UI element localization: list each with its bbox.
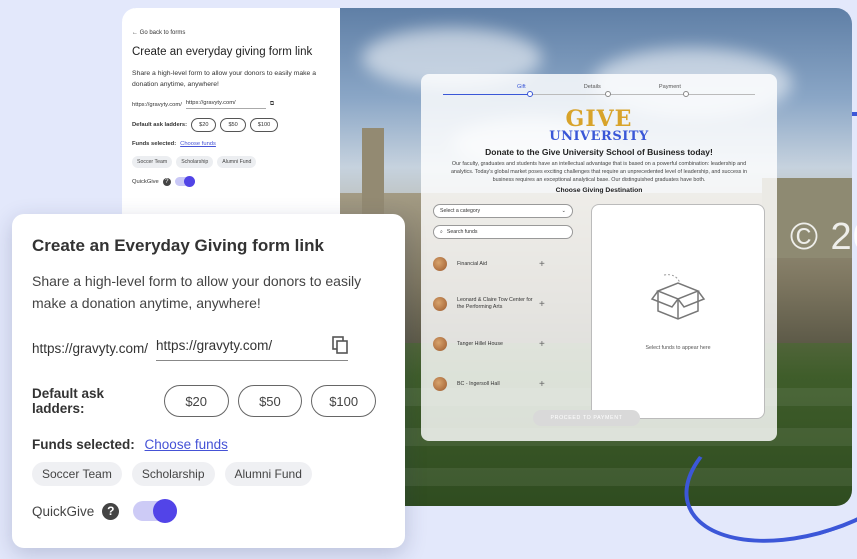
fund-avatar-icon	[433, 377, 447, 391]
step-dot-gift	[527, 91, 533, 97]
form-description: Share a high-level form to allow your do…	[32, 273, 362, 311]
fund-avatar-icon	[433, 257, 447, 271]
fund-chip-scholarship[interactable]: Scholarship	[131, 462, 215, 486]
url-input[interactable]: https://gravyty.com/	[156, 336, 349, 361]
fund-name: Financial Aid	[457, 260, 488, 267]
funds-selected-row: Funds selected: Choose funds	[32, 437, 385, 452]
toggle-knob	[153, 499, 178, 523]
url-input-value: https://gravyty.com/	[156, 337, 273, 353]
fund-search-placeholder: Search funds	[446, 229, 478, 235]
quickgive-toggle[interactable]	[133, 499, 178, 523]
add-fund-icon[interactable]: +	[539, 339, 545, 350]
small-url-prefix: https://gravyty.com/	[132, 101, 182, 108]
copyright-watermark: © 20	[790, 216, 857, 258]
fund-name: BC - Ingersoll Hall	[457, 380, 500, 387]
choose-funds-link[interactable]: Choose funds	[145, 437, 228, 452]
small-url-row: https://gravyty.com/ https://gravyty.com…	[132, 100, 330, 109]
copy-icon[interactable]	[332, 336, 348, 354]
ask-ladder-pill-20[interactable]: $20	[163, 385, 229, 417]
back-link-label: Go back to forms	[139, 30, 186, 36]
step-dot-details	[605, 91, 611, 97]
small-fund-chip[interactable]: Soccer Team	[132, 156, 173, 168]
step-labels: Gift Details Payment	[433, 84, 765, 90]
fund-list-item[interactable]: Tanger Hillel House +	[433, 329, 573, 359]
fund-search-input[interactable]: ⌕ Search funds	[433, 225, 573, 239]
fund-chip-alumni-fund[interactable]: Alumni Fund	[224, 462, 312, 486]
logo-university: UNIVERSITY	[549, 129, 649, 144]
add-fund-icon[interactable]: +	[539, 299, 545, 310]
small-fund-chip[interactable]: Alumni Fund	[217, 156, 257, 168]
add-fund-icon[interactable]: +	[539, 259, 545, 270]
small-ladder-pill[interactable]: $20	[191, 118, 217, 132]
donation-heading: Donate to the Give University School of …	[485, 147, 713, 157]
ask-ladder-pill-50[interactable]: $50	[237, 385, 303, 417]
fund-chips: Soccer Team Scholarship Alumni Fund	[32, 462, 385, 486]
url-prefix: https://gravyty.com/	[32, 341, 149, 356]
form-title: Create an Everyday Giving form link	[32, 236, 324, 255]
small-choose-funds-link[interactable]: Choose funds	[180, 141, 216, 147]
fund-list-item[interactable]: Financial Aid +	[433, 249, 573, 279]
give-university-logo: GIVE UNIVERSITY	[433, 108, 765, 143]
small-card-title: Create an everyday giving form link	[132, 46, 313, 58]
small-ladders-label: Default ask ladders:	[132, 122, 188, 128]
empty-box-icon	[650, 273, 706, 320]
donation-body-text: Our faculty, graduates and students have…	[450, 161, 748, 183]
logo-give: GIVE	[565, 106, 633, 132]
ask-ladder-pill-100[interactable]: $100	[311, 385, 377, 417]
small-ladders-row: Default ask ladders: $20 $50 $100	[132, 118, 330, 132]
quickgive-label: QuickGive	[32, 503, 95, 519]
small-ladder-pill[interactable]: $100	[249, 118, 279, 132]
back-link[interactable]: ← Go back to forms	[132, 30, 330, 36]
small-help-icon[interactable]: ?	[162, 177, 171, 186]
chevron-down-icon: ⌄	[561, 208, 566, 214]
small-form-card: ← Go back to forms Create an everyday gi…	[122, 8, 340, 218]
small-quickgive-toggle[interactable]	[174, 176, 195, 187]
step-gift[interactable]: Gift	[517, 84, 526, 90]
fund-name: Tanger Hillel House	[457, 340, 503, 347]
fund-chip-soccer-team[interactable]: Soccer Team	[32, 462, 122, 486]
empty-funds-hint: Select funds to appear here	[645, 344, 711, 351]
step-dot-payment	[683, 91, 689, 97]
ask-ladders-label: Default ask ladders:	[32, 386, 105, 416]
fund-avatar-icon	[433, 297, 447, 311]
step-payment[interactable]: Payment	[659, 84, 681, 90]
search-icon: ⌕	[440, 228, 443, 235]
small-chips-row: Soccer Team Scholarship Alumni Fund	[132, 156, 330, 168]
add-fund-icon[interactable]: +	[539, 379, 545, 390]
category-select[interactable]: Select a category ⌄	[433, 204, 573, 218]
zoomed-form-card: Create an Everyday Giving form link Shar…	[12, 214, 405, 548]
proceed-to-payment-button[interactable]: PROCEED TO PAYMENT	[533, 410, 640, 426]
fund-selection-area: Select a category ⌄ ⌕ Search funds Finan…	[433, 204, 765, 419]
step-details[interactable]: Details	[584, 84, 601, 90]
fund-list-item[interactable]: Leonard & Claire Tow Center for the Perf…	[433, 289, 573, 319]
category-select-label: Select a category	[440, 208, 481, 214]
small-quickgive-row: QuickGive ?	[132, 176, 330, 187]
small-quickgive-label: QuickGive	[132, 178, 159, 185]
small-card-description: Share a high-level form to allow your do…	[132, 70, 316, 88]
giving-destination-heading: Choose Giving Destination	[555, 187, 643, 194]
fund-name: Leonard & Claire Tow Center for the Perf…	[457, 297, 533, 310]
donation-form-card: Gift Details Payment GIVE UNIVERSITY Don…	[421, 74, 777, 441]
small-funds-label: Funds selected:	[132, 141, 177, 147]
url-row: https://gravyty.com/ https://gravyty.com…	[32, 336, 385, 361]
small-ladder-pill[interactable]: $50	[220, 118, 246, 132]
step-progress-bar	[443, 91, 755, 102]
ask-ladders-row: Default ask ladders: $20 $50 $100	[32, 385, 385, 417]
selected-funds-panel: Select funds to appear here	[591, 204, 765, 419]
small-fund-chip[interactable]: Scholarship	[176, 156, 214, 168]
small-url-input[interactable]: https://gravyty.com/	[185, 100, 266, 109]
fund-list-column: Select a category ⌄ ⌕ Search funds Finan…	[433, 204, 573, 419]
funds-selected-label: Funds selected:	[32, 437, 135, 452]
quickgive-row: QuickGive ?	[32, 499, 385, 523]
fund-list-item[interactable]: BC - Ingersoll Hall +	[433, 369, 573, 399]
help-icon[interactable]: ?	[102, 502, 120, 520]
small-copy-icon[interactable]: ⧉	[270, 101, 274, 108]
small-funds-row: Funds selected: Choose funds	[132, 141, 330, 147]
fund-avatar-icon	[433, 337, 447, 351]
